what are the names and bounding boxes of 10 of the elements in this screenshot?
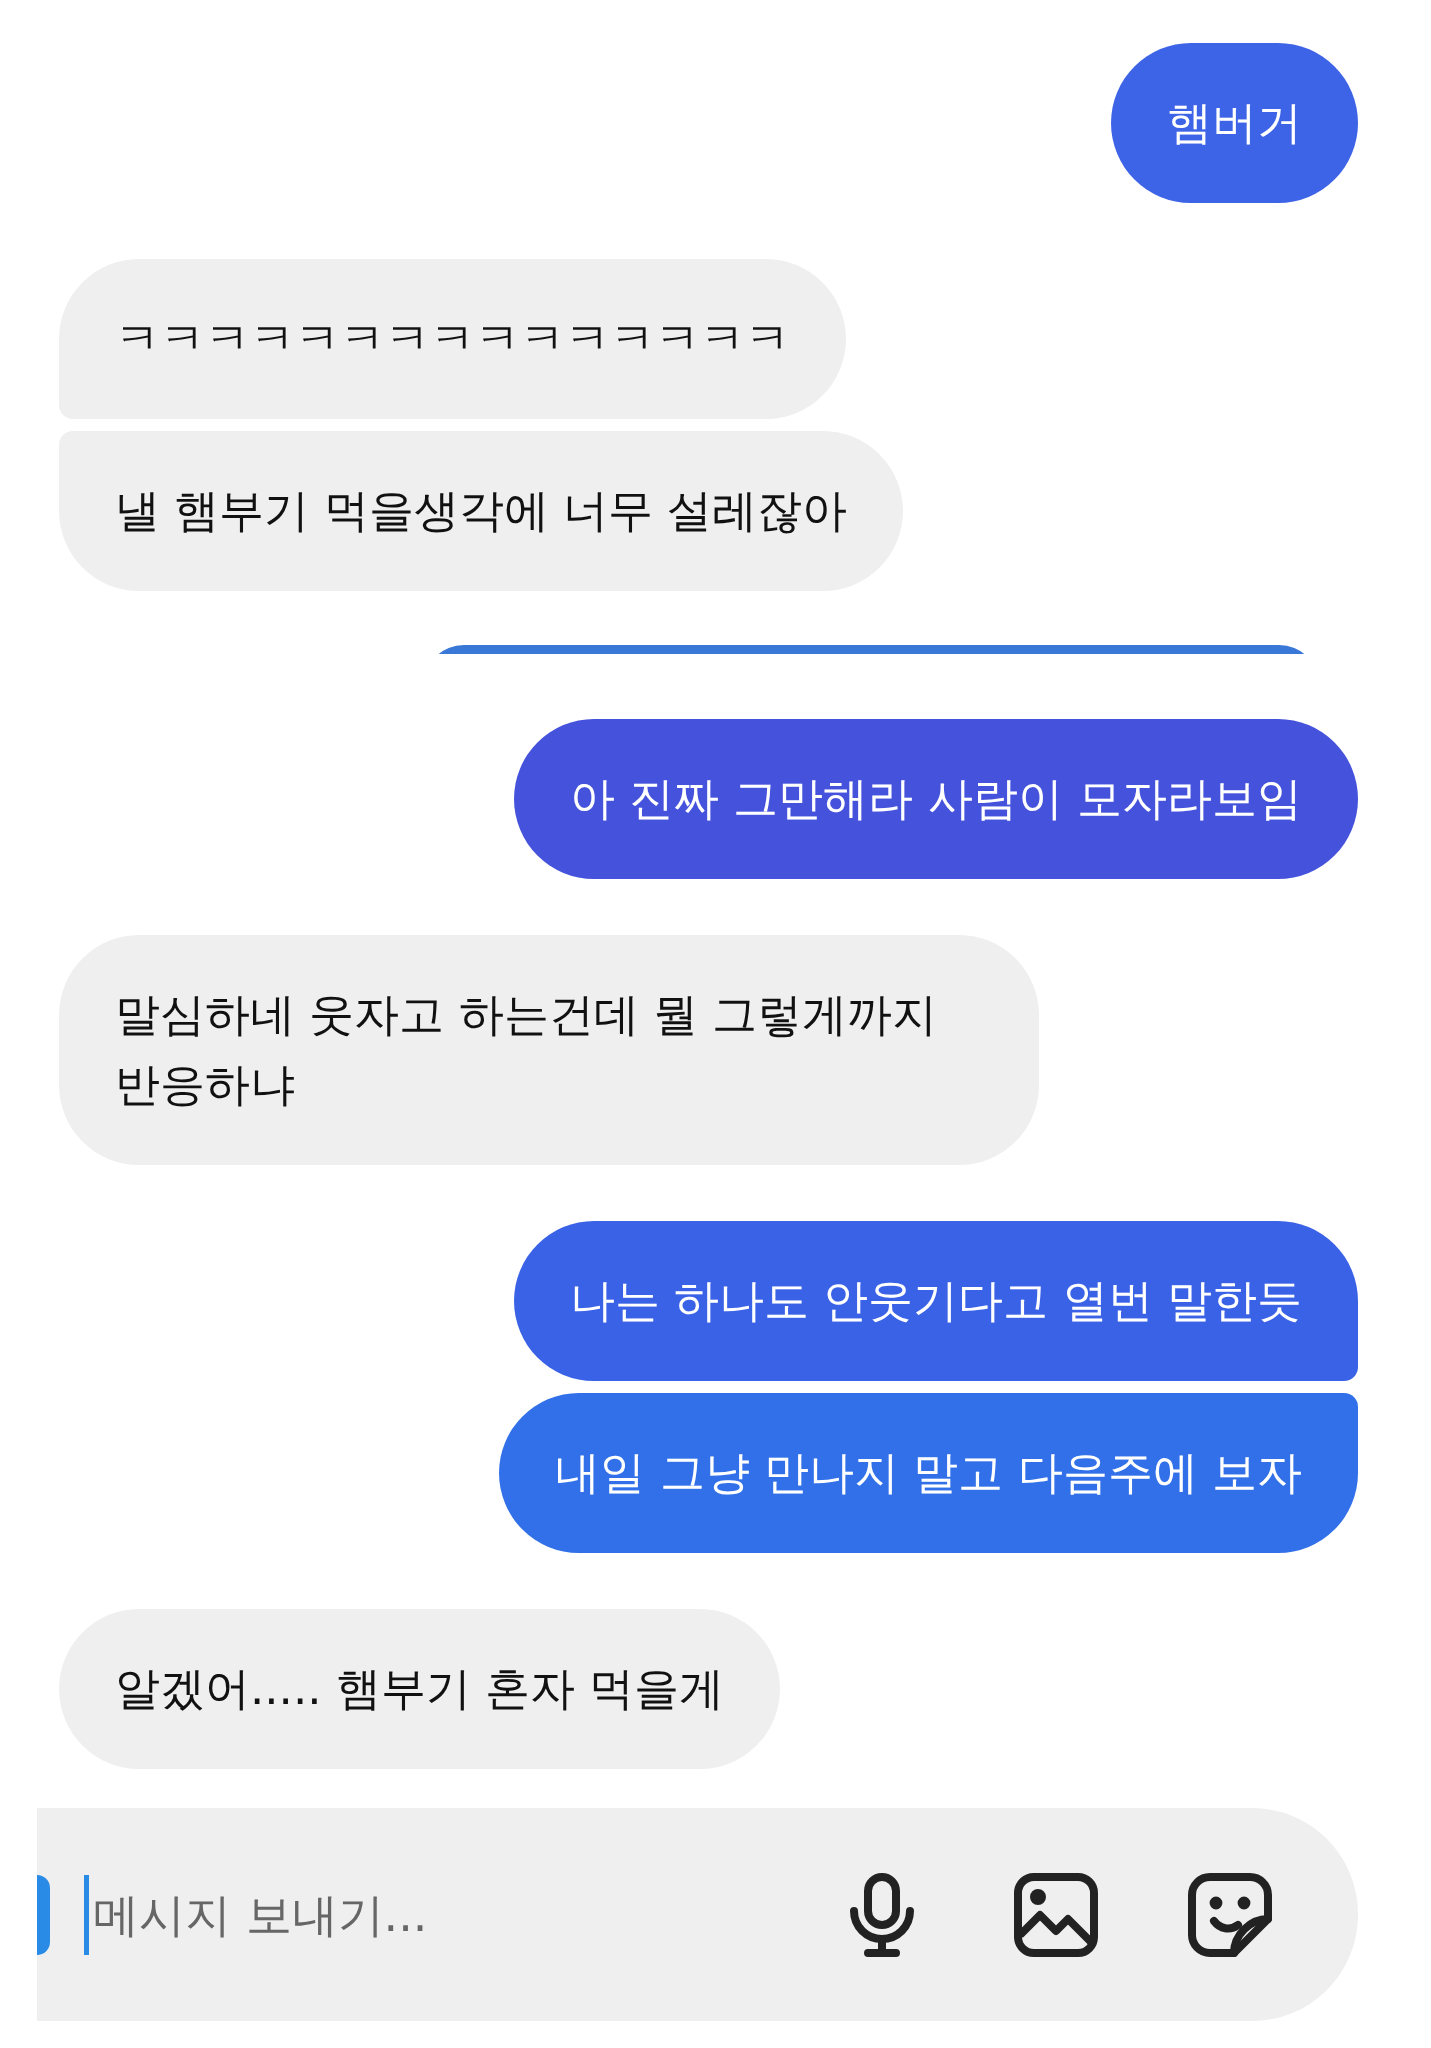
round-button[interactable] <box>37 1874 50 1955</box>
message-bubble: 나는 하나도 안웃기다고 열번 말한듯 <box>513 1221 1358 1381</box>
message-bubble: 아 진짜 그만해라 사람이 모자라보임 <box>513 719 1358 879</box>
message-field[interactable]: 메시지 보내기... <box>89 1887 756 1942</box>
message-bubble: 말심하네 웃자고 하는건데 뭘 그렇게까지 반응하냐 <box>59 935 1039 1165</box>
message-bubble: ㅋㅋㅋㅋㅋㅋㅋㅋㅋㅋㅋㅋㅋㅋㅋ <box>59 259 846 419</box>
message-bubble: 햄버거 <box>1111 43 1358 203</box>
message-bubble: 내일 그냥 만나지 말고 다음주에 보자 <box>499 1393 1358 1553</box>
message-bubble: 낼 햄부기 먹을생각에 너무 설레잖아 <box>59 431 904 591</box>
message-bubble: 알겠어..... 햄부기 혼자 먹을게 <box>59 1609 781 1769</box>
